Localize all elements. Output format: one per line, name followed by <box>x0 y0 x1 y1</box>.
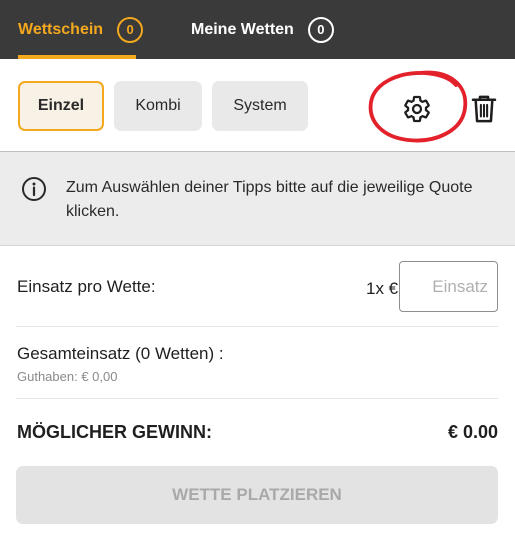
stake-input[interactable] <box>399 261 498 312</box>
info-icon <box>22 177 46 201</box>
place-bet-button[interactable]: WETTE PLATZIEREN <box>16 466 498 524</box>
bet-type-einzel-button[interactable]: Einzel <box>18 81 104 131</box>
active-tab-indicator <box>18 55 136 59</box>
row-divider <box>16 398 498 399</box>
total-stake-label: Gesamteinsatz (0 Wetten) : <box>17 344 224 363</box>
gear-icon[interactable] <box>402 94 432 124</box>
tab-wettschein[interactable]: Wettschein 0 <box>18 0 144 59</box>
top-navigation-bar: Wettschein 0 Meine Wetten 0 <box>0 0 515 59</box>
info-message: Zum Auswählen deiner Tipps bitte auf die… <box>66 179 473 220</box>
bet-type-kombi-button[interactable]: Kombi <box>114 81 202 131</box>
balance-text: Guthaben: € 0,00 <box>17 369 118 384</box>
possible-winnings-label: MÖGLICHER GEWINN: <box>17 422 212 442</box>
section-divider <box>0 245 515 246</box>
possible-winnings-value: € 0.00 <box>447 422 498 442</box>
stake-label: Einsatz pro Wette: <box>17 277 156 296</box>
info-box: Zum Auswählen deiner Tipps bitte auf die… <box>0 152 515 245</box>
row-divider <box>16 326 498 327</box>
trash-icon[interactable] <box>471 94 497 124</box>
bet-type-system-button[interactable]: System <box>212 81 308 131</box>
tab-meine-wetten[interactable]: Meine Wetten 0 <box>191 0 334 59</box>
tab-wettschein-count-badge: 0 <box>117 16 144 43</box>
tab-meine-wetten-count-badge: 0 <box>307 16 334 43</box>
tab-wettschein-label: Wettschein <box>18 20 104 38</box>
stake-multiplier: 1x € <box>366 279 399 298</box>
tab-meine-wetten-label: Meine Wetten <box>191 20 294 38</box>
